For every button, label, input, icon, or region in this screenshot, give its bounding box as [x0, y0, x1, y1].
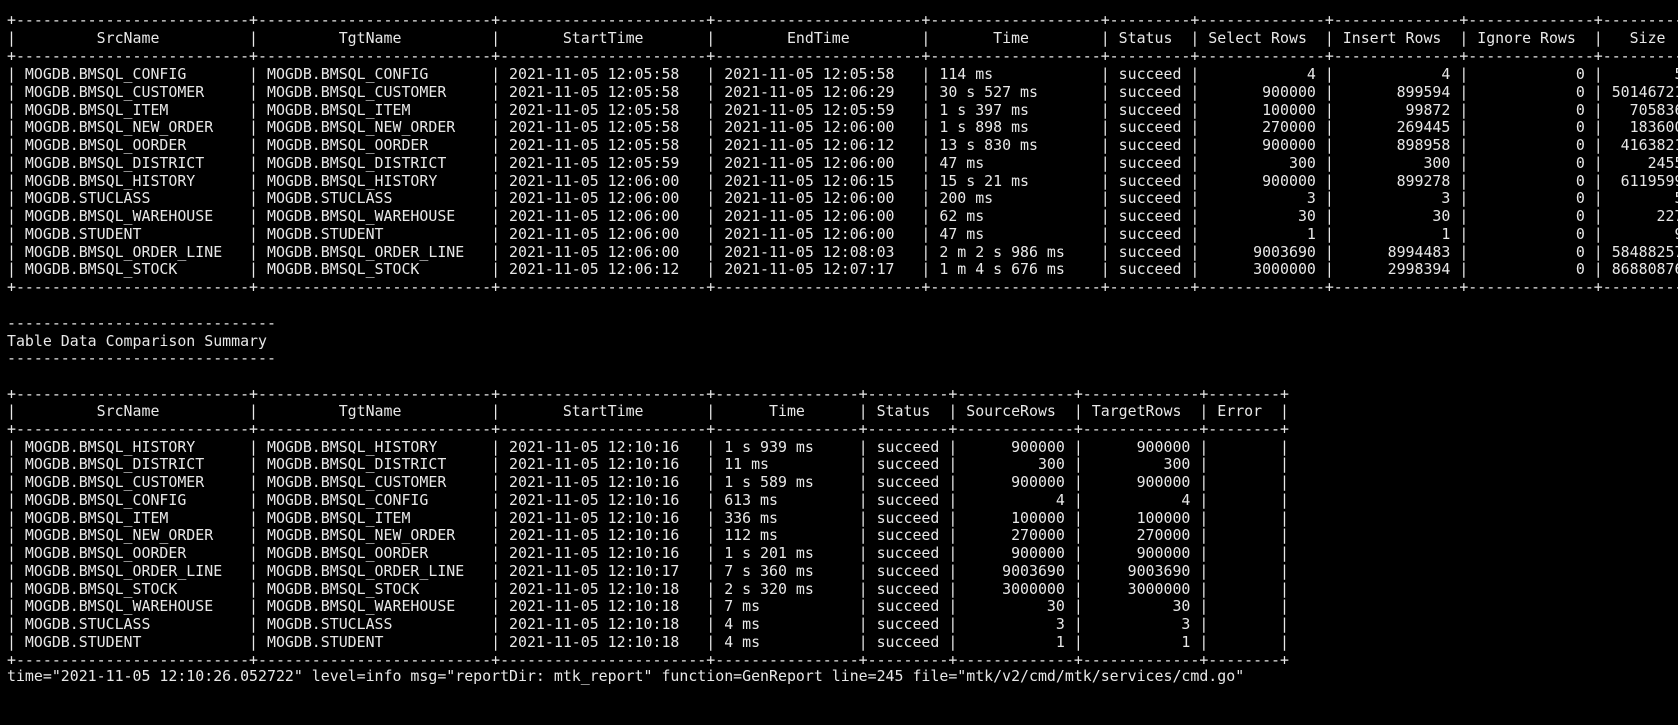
- terminal-output[interactable]: +--------------------------+------------…: [0, 0, 1678, 725]
- table-border: +--------------------------+------------…: [7, 278, 1678, 296]
- migration-table-row: | MOGDB.STUCLASS | MOGDB.STUCLASS | 2021…: [7, 189, 1678, 207]
- comparison-table-header: | SrcName | TgtName | StartTime | Time |…: [7, 402, 1289, 420]
- migration-table-row: | MOGDB.BMSQL_DISTRICT | MOGDB.BMSQL_DIS…: [7, 154, 1678, 172]
- migration-table-row: | MOGDB.BMSQL_CONFIG | MOGDB.BMSQL_CONFI…: [7, 65, 1678, 83]
- comparison-table-row: | MOGDB.BMSQL_OORDER | MOGDB.BMSQL_OORDE…: [7, 544, 1289, 562]
- migration-table-row: | MOGDB.BMSQL_CUSTOMER | MOGDB.BMSQL_CUS…: [7, 83, 1678, 101]
- table-border: +--------------------------+------------…: [7, 47, 1678, 65]
- migration-table-row: | MOGDB.BMSQL_WAREHOUSE | MOGDB.BMSQL_WA…: [7, 207, 1678, 225]
- summary-rule: ------------------------------: [7, 314, 276, 332]
- comparison-table-row: | MOGDB.BMSQL_WAREHOUSE | MOGDB.BMSQL_WA…: [7, 597, 1289, 615]
- log-line: time="2021-11-05 12:10:26.052722" level=…: [7, 667, 1245, 685]
- comparison-table-row: | MOGDB.BMSQL_NEW_ORDER | MOGDB.BMSQL_NE…: [7, 526, 1289, 544]
- comparison-table-row: | MOGDB.BMSQL_ORDER_LINE | MOGDB.BMSQL_O…: [7, 562, 1289, 580]
- migration-table-row: | MOGDB.STUDENT | MOGDB.STUDENT | 2021-1…: [7, 225, 1678, 243]
- comparison-table-row: | MOGDB.STUDENT | MOGDB.STUDENT | 2021-1…: [7, 633, 1289, 651]
- summary-rule: ------------------------------: [7, 349, 276, 367]
- comparison-table-row: | MOGDB.BMSQL_DISTRICT | MOGDB.BMSQL_DIS…: [7, 455, 1289, 473]
- migration-table-row: | MOGDB.BMSQL_NEW_ORDER | MOGDB.BMSQL_NE…: [7, 118, 1678, 136]
- migration-table-row: | MOGDB.BMSQL_STOCK | MOGDB.BMSQL_STOCK …: [7, 260, 1678, 278]
- comparison-table-row: | MOGDB.BMSQL_CONFIG | MOGDB.BMSQL_CONFI…: [7, 491, 1289, 509]
- comparison-table-row: | MOGDB.STUCLASS | MOGDB.STUCLASS | 2021…: [7, 615, 1289, 633]
- migration-table-header: | SrcName | TgtName | StartTime | EndTim…: [7, 29, 1678, 47]
- table-border: +--------------------------+------------…: [7, 11, 1678, 29]
- comparison-table-row: | MOGDB.BMSQL_CUSTOMER | MOGDB.BMSQL_CUS…: [7, 473, 1289, 491]
- migration-table-row: | MOGDB.BMSQL_OORDER | MOGDB.BMSQL_OORDE…: [7, 136, 1678, 154]
- table-border: +--------------------------+------------…: [7, 420, 1289, 438]
